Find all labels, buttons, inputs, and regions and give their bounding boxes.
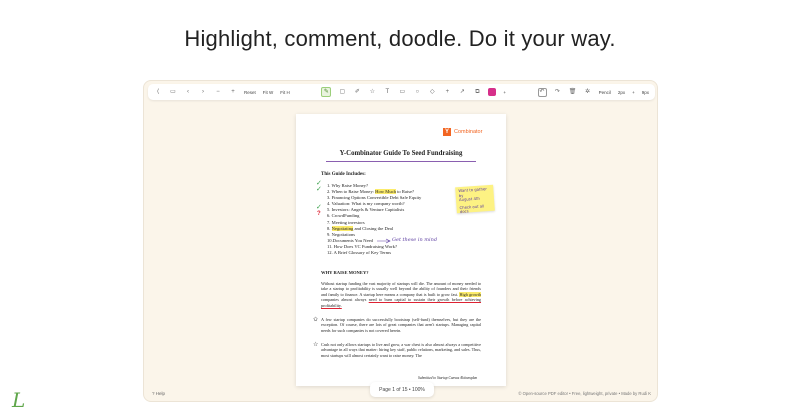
app-frame: ⟨ ▭ ‹ › − + Reset Fit W Fit H ✎ ▢ ✐ ☆ T …	[143, 80, 658, 402]
pencil-tool-icon[interactable]: ✎	[321, 87, 332, 97]
headline: Highlight, comment, doodle. Do it your w…	[184, 26, 616, 51]
lasso-tool-icon[interactable]: ○	[413, 88, 421, 96]
paragraph: Without startup funding the vast majorit…	[321, 281, 482, 308]
undo-icon[interactable]: ↶	[537, 87, 547, 97]
brand-logo: L	[12, 388, 26, 412]
reset-zoom-button[interactable]: Reset	[244, 90, 256, 95]
title-underline-annotation	[326, 161, 476, 162]
section-heading: WHY RAISE MONEY?	[321, 270, 369, 275]
arrow-tool-icon[interactable]: ↗	[458, 88, 466, 96]
paragraph: A few startup companies do successfully …	[321, 317, 481, 333]
question-mark-icon: ?	[317, 211, 321, 217]
star-tool-icon[interactable]: ☆	[368, 88, 376, 96]
active-color-swatch[interactable]	[488, 88, 497, 96]
text-tool-icon[interactable]: T	[383, 88, 391, 96]
collapse-sidebar-icon[interactable]: ⟨	[154, 88, 162, 96]
help-button[interactable]: ? Help	[152, 391, 165, 396]
fit-height-button[interactable]: Fit H	[280, 90, 290, 95]
pencil-opacity-value[interactable]: 9px	[642, 90, 649, 95]
chevron-left-icon[interactable]: ‹	[184, 88, 192, 96]
document-title: Y-Combinator Guide To Seed Fundraising	[339, 150, 463, 157]
doodle-arrow-icon	[377, 238, 391, 244]
rectangle-tool-icon[interactable]: ▢	[338, 88, 346, 96]
add-tool-icon[interactable]: +	[443, 88, 451, 96]
zoom-out-icon[interactable]: −	[214, 88, 222, 96]
redo-icon[interactable]: ↷	[554, 88, 562, 96]
delete-icon[interactable]: 🗑	[569, 88, 577, 96]
add-color-button[interactable]: +	[503, 90, 506, 95]
highlighter-tool-icon[interactable]: ✐	[353, 88, 361, 96]
logo-letter: Y	[443, 128, 451, 136]
logo-text: Combinator	[454, 129, 483, 135]
checkmark-icon: ✓	[316, 204, 322, 211]
pdf-page[interactable]: Y Combinator Y-Combinator Guide To Seed …	[296, 114, 506, 386]
sticky-line: Check out all docs	[459, 203, 485, 215]
paragraph: Cash not only allows startups to live an…	[321, 342, 481, 358]
zoom-in-icon[interactable]: +	[229, 88, 237, 96]
folder-icon[interactable]: ▭	[169, 88, 177, 96]
toolbar: ⟨ ▭ ‹ › − + Reset Fit W Fit H ✎ ▢ ✐ ☆ T …	[148, 84, 655, 100]
shape-tool-icon[interactable]: ◇	[428, 88, 436, 96]
list-item: 12. A Brief Glossary of Key Terms	[327, 250, 392, 256]
checkmark-icon: ✓	[316, 186, 322, 193]
chevron-right-icon[interactable]: ›	[199, 88, 207, 96]
star-icon: ☆	[313, 342, 319, 348]
layers-icon[interactable]: ⧉	[473, 88, 481, 96]
yc-logo: Y Combinator	[443, 128, 482, 136]
sticky-note[interactable]: Want to gather by August 4th Check out a…	[455, 184, 495, 215]
pencil-size-stepper[interactable]: +	[632, 90, 635, 95]
star-icon: ✩	[313, 317, 319, 323]
credits-text: © Open-source PDF editor • Free, lightwe…	[518, 391, 651, 396]
handwritten-doodle: Get these in mind	[392, 237, 438, 243]
settings-icon[interactable]: ✲	[584, 88, 592, 96]
includes-heading: This Guide Includes:	[321, 172, 366, 177]
comment-tool-icon[interactable]: ▭	[398, 88, 406, 96]
fit-width-button[interactable]: Fit W	[263, 90, 274, 95]
table-of-contents: 1. Why Raise Money? 2. When to Raise Mon…	[327, 183, 421, 256]
pencil-size-value[interactable]: 2px	[618, 90, 625, 95]
pencil-label: Pencil	[598, 89, 611, 95]
page-footer-note: Submitted to Startup Canvas Aktionsplan	[418, 376, 478, 380]
page-indicator[interactable]: Page 1 of 15 • 100%	[370, 382, 434, 397]
